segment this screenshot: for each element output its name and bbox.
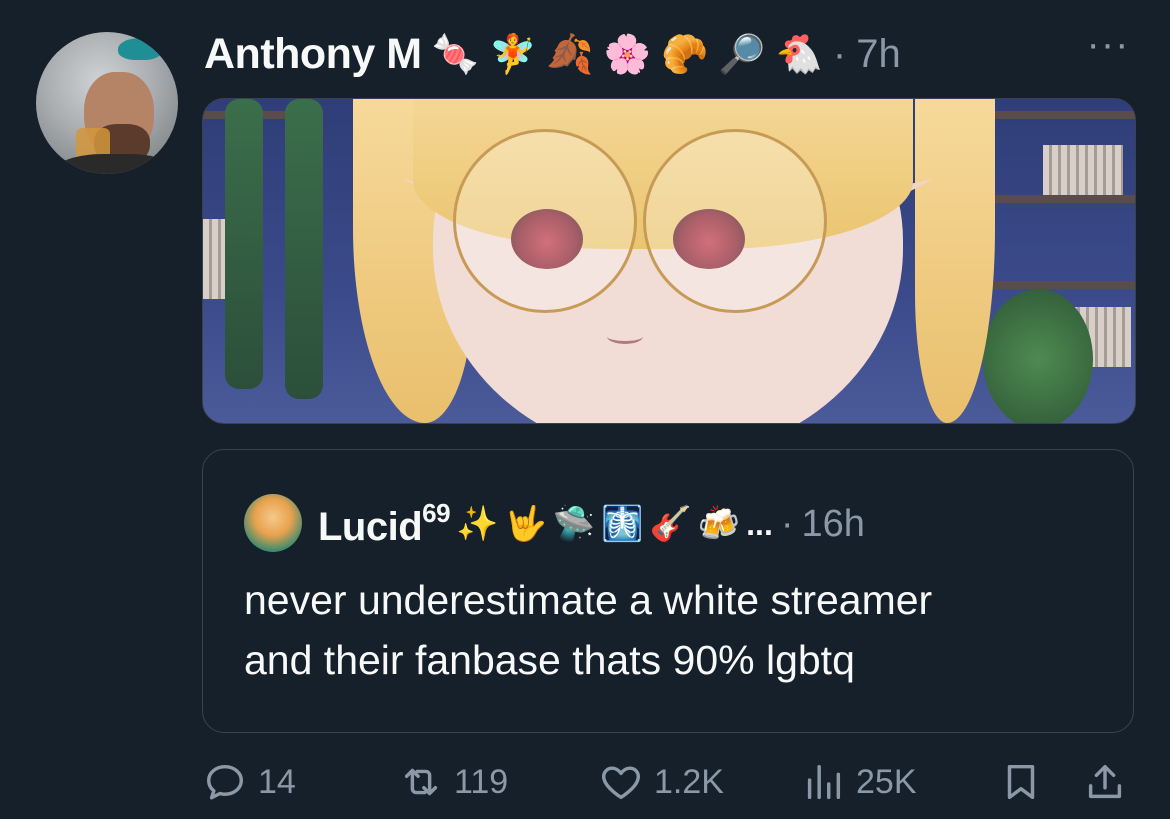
love-you-gesture-emoji: 🤟 xyxy=(504,504,547,544)
magnifier-emoji: 🔎 xyxy=(718,32,766,76)
reply-icon xyxy=(206,764,244,800)
tweet-time[interactable]: 7h xyxy=(856,32,901,77)
tweet-action-bar: 14 119 1.2K 25K xyxy=(202,752,1142,812)
share-icon xyxy=(1088,764,1122,799)
retweet-icon xyxy=(404,768,438,796)
share-button[interactable] xyxy=(1082,752,1128,812)
more-options-button[interactable]: ··· xyxy=(1084,24,1132,66)
hair-right xyxy=(915,99,995,423)
croissant-emoji: 🥐 xyxy=(660,32,709,76)
tweet-header: Anthony M 🍬 🧚 🍂 🌸 🥐 🔎 🐔 · 7h xyxy=(204,26,901,82)
fallen-leaf-emoji: 🍂 xyxy=(546,32,594,76)
name-truncation-ellipsis: ... xyxy=(746,505,773,542)
sparkles-emoji: ✨ xyxy=(456,504,499,544)
potted-bush xyxy=(983,289,1093,423)
quote-time[interactable]: 16h xyxy=(801,503,864,546)
bookmark-icon xyxy=(1007,764,1035,800)
fairy-emoji: 🧚 xyxy=(488,32,537,76)
tweet-media-image[interactable] xyxy=(202,98,1136,424)
views-count: 25K xyxy=(856,762,917,801)
glasses-left-lens xyxy=(453,129,637,313)
heart-icon xyxy=(602,766,640,800)
guitar-emoji: 🎸 xyxy=(649,504,692,544)
author-name[interactable]: Anthony M xyxy=(204,30,422,79)
quote-tweet-text: never underestimate a white streamer and… xyxy=(244,570,1104,690)
like-count: 1.2K xyxy=(654,762,724,801)
flying-saucer-emoji: 🛸 xyxy=(552,504,596,544)
retweet-button[interactable]: 119 xyxy=(398,752,508,812)
glasses-right-lens xyxy=(643,129,827,313)
x-ray-emoji: 🩻 xyxy=(601,504,644,544)
reply-count: 14 xyxy=(258,762,296,801)
views-chart-icon xyxy=(807,764,841,800)
retweet-count: 119 xyxy=(454,762,509,801)
avatar-coat xyxy=(56,154,176,174)
chicken-emoji: 🐔 xyxy=(775,32,823,76)
bookmark-button[interactable] xyxy=(998,752,1044,812)
quote-author-name[interactable]: Lucid69 xyxy=(318,498,451,550)
quote-author-avatar[interactable] xyxy=(244,494,302,552)
time-separator: · xyxy=(832,31,847,76)
hanging-plant xyxy=(285,99,323,399)
cherry-blossom-emoji: 🌸 xyxy=(603,32,651,76)
author-avatar[interactable] xyxy=(36,32,178,174)
bookshelf-books xyxy=(1043,145,1123,195)
quote-text-line: and their fanbase thats 90% lgbtq xyxy=(244,637,855,683)
beer-mugs-emoji: 🍻 xyxy=(697,504,741,544)
quote-text-line: never underestimate a white streamer xyxy=(244,577,933,623)
views-button[interactable]: 25K xyxy=(800,752,917,812)
character-smile xyxy=(607,329,643,344)
quote-author-superscript: 69 xyxy=(422,498,451,528)
quote-author-name-text: Lucid xyxy=(318,505,423,549)
quote-time-separator: · xyxy=(780,502,794,545)
reply-button[interactable]: 14 xyxy=(202,752,296,812)
candy-emoji: 🍬 xyxy=(431,32,479,76)
bunny-ears-headband xyxy=(118,38,162,60)
quote-header: Lucid69 ✨ 🤟 🛸 🩻 🎸 🍻 ... · 16h xyxy=(318,496,865,552)
hanging-plant xyxy=(225,99,263,389)
like-button[interactable]: 1.2K xyxy=(598,752,724,812)
